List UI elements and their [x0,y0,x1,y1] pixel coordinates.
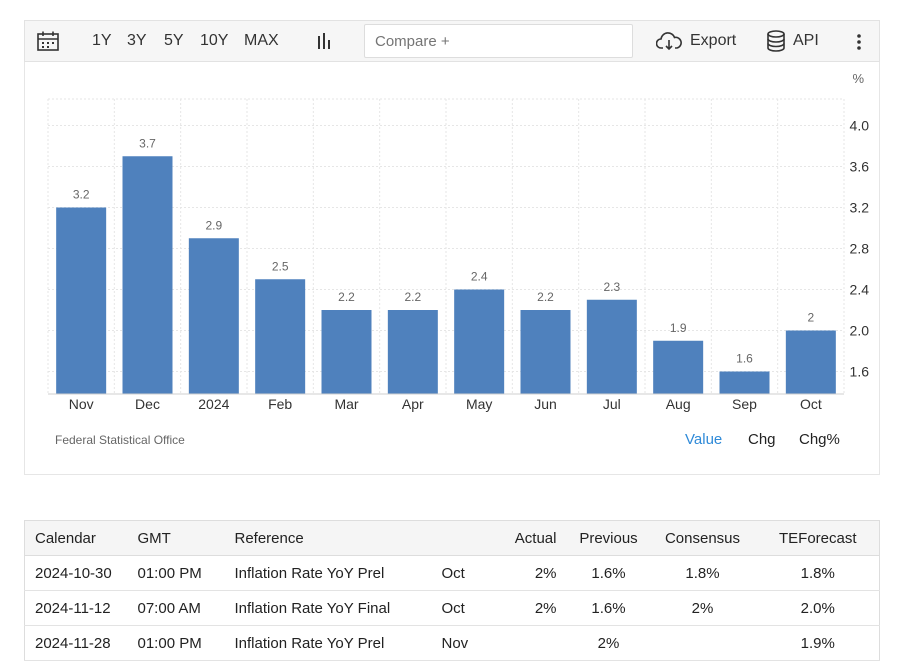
tab-value[interactable]: Value [685,431,722,448]
cell-period: Oct [441,590,491,626]
col-gmt: GMT [137,520,235,556]
bar [653,340,704,394]
bar [586,299,637,394]
tab-chg[interactable]: Chg [748,431,776,448]
data-label: 1.9 [670,321,687,335]
table-row: 2024-10-30 01:00 PM Inflation Rate YoY P… [24,555,880,591]
inflation-bar-chart: 3.2 Nov 3.7 Dec 2.9 2024 2.5 Feb 2.2 Mar 2.2 Apr 2.4… [47,71,870,412]
data-label: 2.2 [537,290,554,304]
col-previous: Previous [568,520,649,556]
y-tick-label: 4.0 [850,118,870,134]
col-consensus: Consensus [648,520,757,556]
cell-calendar: 2024-10-30 [24,555,138,591]
y-unit-label: % [852,71,864,86]
data-label: 3.2 [73,188,90,202]
bar [785,330,836,394]
table-row: 2024-11-28 01:00 PM Inflation Rate YoY P… [24,625,880,661]
cell-previous: 1.6% [568,590,649,626]
x-tick-label: Mar [334,396,358,412]
tab-chg-percent[interactable]: Chg% [799,431,840,448]
cell-actual: 2% [490,555,569,591]
table-row: 2024-11-12 07:00 AM Inflation Rate YoY F… [24,590,880,626]
cell-period: Oct [441,555,491,591]
data-label: 2.4 [471,270,488,284]
cell-actual: 2% [490,590,569,626]
bar [520,310,571,394]
bar [188,238,239,394]
x-tick-label: Apr [402,396,424,412]
y-tick-label: 2.0 [850,323,870,339]
bar [454,289,505,394]
cell-previous: 2% [568,625,649,661]
x-tick-label: Oct [800,396,822,412]
cell-gmt: 07:00 AM [137,590,235,626]
data-label: 2.3 [603,280,620,294]
cell-calendar: 2024-11-12 [24,590,138,626]
bar [321,310,372,394]
bar [719,371,770,394]
col-teforecast: TEForecast [756,520,880,556]
cell-consensus: 2% [648,590,757,626]
data-label: 2.2 [404,290,421,304]
cell-gmt: 01:00 PM [137,555,235,591]
cell-reference[interactable]: Inflation Rate YoY Prel [234,625,442,661]
x-tick-label: Jul [603,396,621,412]
bar [255,279,306,394]
cell-teforecast: 2.0% [756,590,880,626]
y-tick-label: 2.8 [850,241,870,257]
calendar-table: Calendar GMT Reference Actual Previous C… [24,520,880,661]
x-tick-label: Dec [135,396,160,412]
y-tick-label: 2.4 [850,282,870,298]
data-label: 2.2 [338,290,355,304]
cell-previous: 1.6% [568,555,649,591]
cell-gmt: 01:00 PM [137,625,235,661]
y-tick-label: 3.2 [850,200,870,216]
cell-calendar: 2024-11-28 [24,625,138,661]
data-label: 2 [807,311,814,325]
data-label: 2.5 [272,259,289,273]
cell-reference[interactable]: Inflation Rate YoY Prel [234,555,442,591]
data-label: 1.6 [736,352,753,366]
col-actual: Actual [490,520,569,556]
data-label: 2.9 [205,218,222,232]
cell-consensus: 1.8% [648,555,757,591]
col-reference: Reference [234,520,442,556]
cell-teforecast: 1.8% [756,555,880,591]
cell-reference[interactable]: Inflation Rate YoY Final [234,590,442,626]
col-period [441,520,491,556]
x-tick-label: May [466,396,492,412]
cell-teforecast: 1.9% [756,625,880,661]
bar [387,310,438,394]
table-header-row: Calendar GMT Reference Actual Previous C… [24,520,880,556]
x-tick-label: Jun [534,396,557,412]
x-tick-label: Aug [666,396,691,412]
bar [122,156,173,394]
y-tick-label: 1.6 [850,364,870,380]
col-calendar: Calendar [24,520,138,556]
y-tick-label: 3.6 [850,159,870,175]
chart-source: Federal Statistical Office [55,433,185,447]
cell-consensus [648,625,757,661]
bar [56,207,107,394]
x-tick-label: Nov [69,396,94,412]
cell-period: Nov [441,625,491,661]
x-tick-label: Feb [268,396,292,412]
x-tick-label: 2024 [198,396,229,412]
data-label: 3.7 [139,136,156,150]
cell-actual [490,625,569,661]
x-tick-label: Sep [732,396,757,412]
